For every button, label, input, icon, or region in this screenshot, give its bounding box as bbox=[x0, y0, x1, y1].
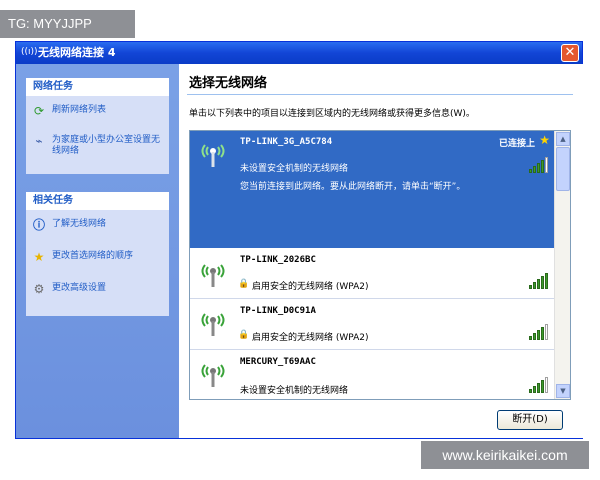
signal-strength-icon bbox=[529, 273, 551, 289]
task-label: 了解无线网络 bbox=[52, 219, 107, 229]
disconnect-button[interactable]: 断开(D) bbox=[497, 410, 563, 430]
network-ssid: TP-LINK_D0C91A bbox=[240, 306, 316, 316]
network-ssid: MERCURY_T69AAC bbox=[240, 357, 316, 367]
connected-status: 已连接上 bbox=[498, 139, 535, 149]
network-tasks-box: 网络任务 ⟳ 刷新网络列表 ⌁ 为家庭或小型办公室设置无线网络 bbox=[26, 78, 169, 174]
divider bbox=[187, 94, 573, 95]
task-label: 更改高级设置 bbox=[52, 283, 107, 293]
wireless-antenna-icon bbox=[201, 364, 225, 387]
lock-icon: 🔒 bbox=[238, 330, 250, 340]
task-label: 更改首选网络的顺序 bbox=[52, 251, 134, 261]
refresh-icon: ⟳ bbox=[33, 104, 45, 118]
network-security-text: 启用安全的无线网络 (WPA2) bbox=[252, 282, 369, 292]
scroll-down-arrow-icon[interactable]: ▼ bbox=[556, 384, 570, 398]
related-tasks-header: 相关任务 bbox=[26, 192, 169, 210]
info-icon: ⓘ bbox=[32, 218, 45, 232]
network-security-text: 启用安全的无线网络 (WPA2) bbox=[252, 333, 369, 343]
scroll-up-arrow-icon[interactable]: ▲ bbox=[556, 132, 570, 146]
network-item[interactable]: TP-LINK_2026BC 🔒 启用安全的无线网络 (WPA2) bbox=[190, 249, 555, 299]
task-label: 刷新网络列表 bbox=[52, 105, 107, 115]
network-item-connected[interactable]: TP-LINK_3G_A5C784 已连接上 ★ 未设置安全机制的无线网络 您当… bbox=[190, 131, 555, 248]
main-panel: 选择无线网络 单击以下列表中的项目以连接到区域内的无线网络或获得更多信息(W)。… bbox=[179, 64, 583, 438]
signal-strength-icon bbox=[529, 324, 551, 340]
title-bar[interactable]: ((ı)) 无线网络连接 4 ✕ bbox=[16, 42, 582, 64]
scroll-thumb[interactable] bbox=[556, 147, 570, 191]
network-item[interactable]: MERCURY_T69AAC 未设置安全机制的无线网络 bbox=[190, 351, 555, 399]
signal-strength-icon bbox=[529, 157, 551, 173]
settings-icon: ⚙ bbox=[33, 282, 45, 296]
network-list: TP-LINK_3G_A5C784 已连接上 ★ 未设置安全机制的无线网络 您当… bbox=[189, 130, 571, 400]
lock-icon: 🔒 bbox=[238, 279, 250, 289]
signal-strength-icon bbox=[529, 377, 551, 393]
page-title: 选择无线网络 bbox=[189, 76, 268, 91]
network-ssid: TP-LINK_3G_A5C784 bbox=[240, 137, 333, 147]
task-label: 为家庭或小型办公室设置无线网络 bbox=[52, 135, 161, 156]
related-tasks-box: 相关任务 ⓘ 了解无线网络 ★ 更改首选网络的顺序 ⚙ 更改高级设置 bbox=[26, 192, 169, 316]
instruction-text: 单击以下列表中的项目以连接到区域内的无线网络或获得更多信息(W)。 bbox=[189, 109, 475, 119]
network-security-text: 未设置安全机制的无线网络 bbox=[240, 164, 349, 174]
network-security-text: 未设置安全机制的无线网络 bbox=[240, 386, 349, 396]
network-item[interactable]: TP-LINK_D0C91A 🔒 启用安全的无线网络 (WPA2) bbox=[190, 300, 555, 350]
wireless-setup-icon: ⌁ bbox=[35, 134, 43, 148]
network-connected-hint: 您当前连接到此网络。要从此网络断开，请单击“断开”。 bbox=[240, 182, 466, 192]
wireless-network-icon: ((ı)) bbox=[21, 47, 38, 57]
watermark-top: TG: MYYJJPP bbox=[0, 10, 135, 38]
task-pane: 网络任务 ⟳ 刷新网络列表 ⌁ 为家庭或小型办公室设置无线网络 相关任务 ⓘ 了… bbox=[16, 64, 179, 438]
wireless-antenna-icon bbox=[201, 264, 225, 287]
window-title: 无线网络连接 4 bbox=[38, 46, 116, 59]
close-button[interactable]: ✕ bbox=[561, 44, 579, 62]
wireless-antenna-icon bbox=[201, 144, 225, 167]
star-icon: ★ bbox=[33, 250, 45, 264]
watermark-bottom: www.keirikaikei.com bbox=[421, 441, 589, 469]
network-tasks-header: 网络任务 bbox=[26, 78, 169, 96]
preferred-star-icon: ★ bbox=[539, 133, 550, 147]
network-ssid: TP-LINK_2026BC bbox=[240, 255, 316, 265]
wireless-antenna-icon bbox=[201, 313, 225, 336]
list-scrollbar[interactable]: ▲ ▼ bbox=[554, 131, 570, 399]
wireless-connection-window: ((ı)) 无线网络连接 4 ✕ 网络任务 ⟳ 刷新网络列表 ⌁ 为家庭或小型办… bbox=[15, 41, 583, 439]
